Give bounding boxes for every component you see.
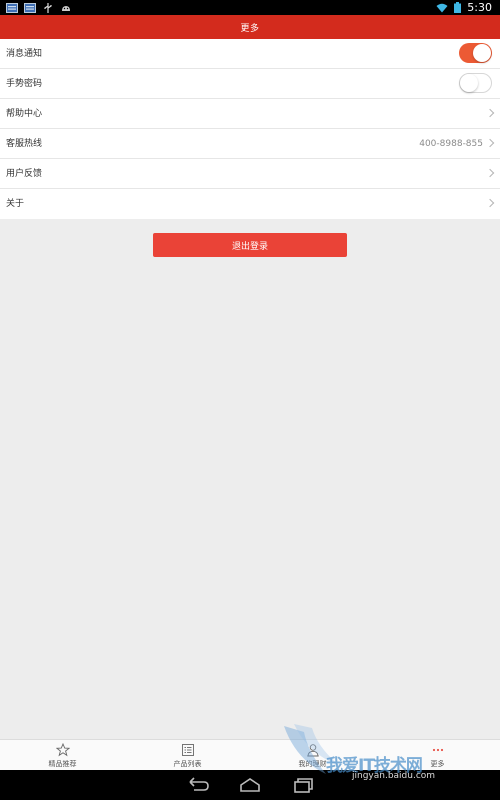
logout-button[interactable]: 退出登录 bbox=[153, 233, 347, 257]
recent-apps-icon[interactable] bbox=[290, 776, 314, 794]
status-bar: 5:30 bbox=[0, 0, 500, 15]
tab-featured[interactable]: 精品推荐 bbox=[0, 740, 125, 770]
bottom-tab-bar: 精品推荐 产品列表 我的理财 更多 bbox=[0, 739, 500, 770]
tab-more[interactable]: 更多 bbox=[375, 740, 500, 770]
settings-item-label: 手势密码 bbox=[6, 79, 43, 89]
chevron-right-icon bbox=[485, 198, 495, 208]
hotline-number: 400-8988-855 bbox=[419, 139, 483, 149]
android-debug-icon bbox=[62, 5, 70, 11]
star-icon bbox=[55, 743, 70, 757]
settings-item-notifications: 消息通知 bbox=[0, 39, 500, 69]
chevron-right-icon bbox=[485, 168, 495, 178]
gesture-password-toggle[interactable] bbox=[459, 73, 492, 93]
tab-label: 更多 bbox=[430, 760, 445, 768]
chevron-right-icon bbox=[485, 138, 495, 148]
image-notification-icon bbox=[24, 2, 36, 13]
back-icon[interactable] bbox=[186, 776, 210, 794]
title-bar: 更多 bbox=[0, 15, 500, 39]
tab-label: 我的理财 bbox=[298, 760, 327, 768]
settings-item-help-center[interactable]: 帮助中心 bbox=[0, 99, 500, 129]
chevron-right-icon bbox=[485, 108, 495, 118]
settings-item-hotline[interactable]: 客服热线 400-8988-855 bbox=[0, 129, 500, 159]
tab-label: 产品列表 bbox=[173, 760, 202, 768]
settings-item-gesture-password: 手势密码 bbox=[0, 69, 500, 99]
home-icon[interactable] bbox=[238, 776, 262, 794]
list-icon bbox=[181, 744, 194, 756]
settings-item-about[interactable]: 关于 bbox=[0, 189, 500, 219]
settings-item-label: 帮助中心 bbox=[6, 109, 43, 119]
tab-product-list[interactable]: 产品列表 bbox=[125, 740, 250, 770]
status-notifications bbox=[6, 2, 72, 13]
tab-label: 精品推荐 bbox=[48, 760, 77, 768]
page-title: 更多 bbox=[240, 23, 260, 34]
settings-item-label: 用户反馈 bbox=[6, 169, 43, 179]
system-nav-bar bbox=[0, 770, 500, 800]
toggle-knob bbox=[460, 74, 478, 92]
settings-item-label: 客服热线 bbox=[6, 139, 43, 149]
tab-my-finance[interactable]: 我的理财 bbox=[250, 740, 375, 770]
more-icon bbox=[432, 748, 443, 752]
battery-icon bbox=[454, 2, 462, 13]
image-notification-icon bbox=[6, 2, 18, 13]
usb-icon bbox=[44, 2, 52, 13]
status-time: 5:30 bbox=[467, 1, 492, 14]
status-system: 5:30 bbox=[436, 1, 492, 14]
notifications-toggle[interactable] bbox=[459, 43, 492, 63]
toggle-knob bbox=[473, 44, 491, 62]
settings-item-label: 关于 bbox=[6, 199, 25, 209]
settings-list: 消息通知 手势密码 帮助中心 客服热线 400-8988-855 用户反馈 关于 bbox=[0, 39, 500, 219]
user-icon bbox=[306, 744, 319, 757]
settings-item-label: 消息通知 bbox=[6, 49, 43, 59]
wifi-icon bbox=[436, 3, 448, 12]
settings-item-feedback[interactable]: 用户反馈 bbox=[0, 159, 500, 189]
